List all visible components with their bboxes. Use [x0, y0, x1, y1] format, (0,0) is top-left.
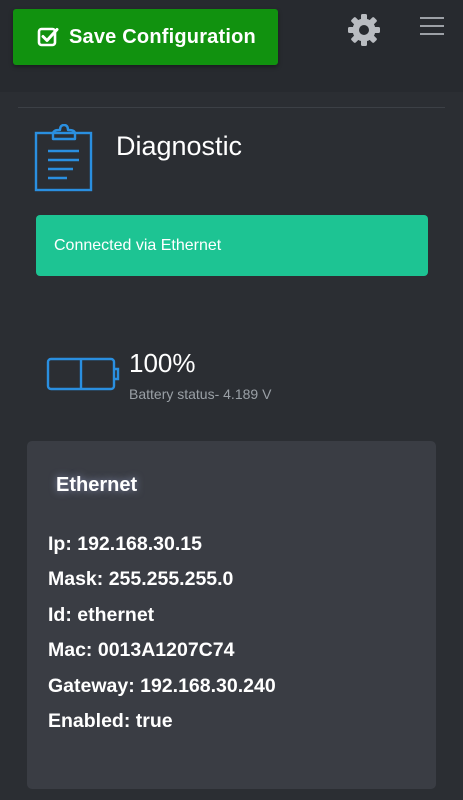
connection-status-banner: Connected via Ethernet — [36, 215, 428, 276]
ethernet-ip-row: Ip: 192.168.30.15 — [48, 533, 202, 555]
battery-icon — [46, 356, 120, 392]
top-bar: Save Configuration — [0, 0, 463, 92]
ethernet-mask-row: Mask: 255.255.255.0 — [48, 568, 234, 591]
battery-percentage: 100% — [129, 348, 196, 378]
ethernet-gateway-row: Gateway: 192.168.30.240 — [48, 674, 276, 697]
ethernet-details: Ip: 192.168.30.15 Mask: 255.255.255.0 Id… — [48, 533, 428, 745]
battery-status-text: Battery status- 4.189 V — [129, 386, 272, 402]
gear-icon[interactable] — [346, 12, 382, 48]
ethernet-id-row: Id: ethernet — [48, 603, 155, 626]
clipboard-icon — [33, 123, 93, 192]
page-title: Diagnostic — [116, 131, 243, 161]
connection-status-text: Connected via Ethernet — [54, 236, 222, 254]
ethernet-enabled-row: Enabled: true — [48, 709, 173, 732]
ethernet-mac-row: Mac: 0013A1207C74 — [48, 639, 235, 662]
save-button-label: Save Configuration — [69, 25, 256, 48]
check-square-icon — [37, 26, 59, 48]
save-configuration-button[interactable]: Save Configuration — [13, 9, 278, 65]
ethernet-card-title: Ethernet — [56, 474, 138, 496]
hamburger-menu-icon[interactable] — [419, 14, 445, 38]
divider — [18, 107, 445, 108]
